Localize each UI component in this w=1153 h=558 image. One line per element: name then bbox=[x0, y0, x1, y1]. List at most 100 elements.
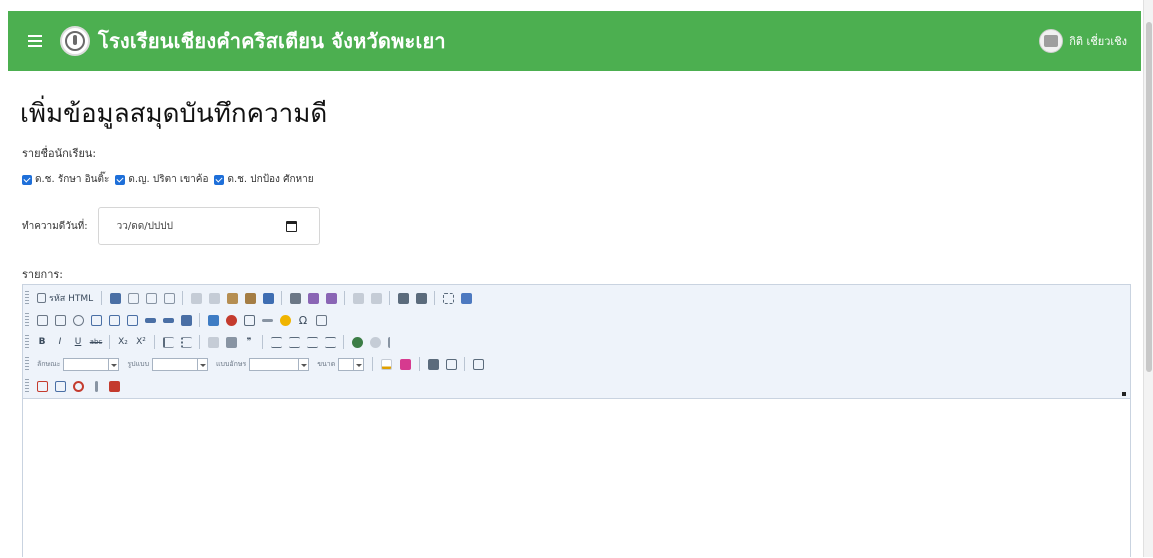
font-size-select[interactable]: ขนาด bbox=[317, 357, 365, 371]
chevron-down-icon[interactable] bbox=[299, 357, 310, 371]
vertical-scrollbar[interactable] bbox=[1143, 0, 1153, 557]
find-button[interactable] bbox=[395, 290, 411, 306]
underline-button[interactable]: U bbox=[70, 334, 86, 350]
templates-button[interactable] bbox=[161, 290, 177, 306]
align-justify-button[interactable] bbox=[322, 334, 338, 350]
student-checkbox-2[interactable]: ด.ญ. ปริตา เขาค้อ bbox=[115, 172, 208, 187]
user-name[interactable]: กิติ เชี่ยวเชิง bbox=[1069, 32, 1127, 50]
scayt-button[interactable] bbox=[323, 290, 339, 306]
student-name: ด.ญ. ปริตา เขาค้อ bbox=[128, 174, 209, 185]
radio-button[interactable] bbox=[70, 312, 86, 328]
replace-button[interactable] bbox=[413, 290, 429, 306]
imagebutton-button[interactable] bbox=[160, 312, 176, 328]
editor-content-area[interactable] bbox=[23, 400, 1130, 558]
checkbox-checked-icon[interactable] bbox=[22, 174, 32, 185]
anchor-button[interactable] bbox=[385, 334, 401, 350]
remove-format-button[interactable] bbox=[458, 290, 474, 306]
youtube-button[interactable] bbox=[106, 378, 122, 394]
copy-button[interactable] bbox=[206, 290, 222, 306]
date-input[interactable]: วว/ดด/ปปปป bbox=[97, 207, 320, 245]
calendar-icon[interactable] bbox=[285, 221, 297, 232]
superscript-button[interactable]: X² bbox=[133, 334, 149, 350]
bg-color-button[interactable] bbox=[397, 356, 414, 372]
new-page-button[interactable] bbox=[125, 290, 141, 306]
smiley-button[interactable] bbox=[277, 312, 293, 328]
textarea-button[interactable] bbox=[106, 312, 122, 328]
bulleted-list-button[interactable] bbox=[178, 334, 194, 350]
font-size-select-box[interactable] bbox=[338, 357, 355, 371]
preview-button[interactable] bbox=[143, 290, 159, 306]
page-title: เพิ่มข้อมูลสมุดบันทึกความดี bbox=[20, 99, 328, 129]
paste-text-button[interactable] bbox=[242, 290, 258, 306]
paste-word-button[interactable] bbox=[260, 290, 276, 306]
print-button[interactable] bbox=[287, 290, 303, 306]
subscript-button[interactable]: X₂ bbox=[115, 334, 131, 350]
indent-button[interactable] bbox=[223, 334, 239, 350]
student-checkbox-3[interactable]: ด.ช. ปกป้อง ศักหาย bbox=[214, 172, 314, 187]
new-page-icon bbox=[127, 292, 139, 304]
toolbar-row-2: Ω bbox=[25, 310, 330, 330]
eraser-icon bbox=[460, 292, 472, 304]
checkbox-checked-icon[interactable] bbox=[214, 174, 225, 185]
chevron-down-icon[interactable] bbox=[109, 357, 120, 371]
text-color-button[interactable] bbox=[378, 356, 395, 372]
select-all-button[interactable] bbox=[440, 290, 456, 306]
styles-select-box[interactable] bbox=[63, 357, 110, 371]
image-icon bbox=[207, 314, 219, 326]
align-center-button[interactable] bbox=[286, 334, 302, 350]
bold-button[interactable]: B bbox=[34, 334, 50, 350]
spellcheck-button[interactable] bbox=[305, 290, 321, 306]
font-family-select-box[interactable] bbox=[249, 357, 300, 371]
preview-icon bbox=[145, 292, 157, 304]
scrollbar-thumb[interactable] bbox=[1146, 22, 1152, 372]
placeholder-button[interactable] bbox=[34, 378, 50, 394]
save-button[interactable] bbox=[107, 290, 123, 306]
italic-button[interactable]: I bbox=[52, 334, 68, 350]
align-right-button[interactable] bbox=[304, 334, 320, 350]
school-name[interactable]: โรงเรียนเชียงคำคริสเตียน จังหวัดพะเยา bbox=[98, 25, 446, 57]
form-button[interactable] bbox=[34, 312, 50, 328]
about-button[interactable] bbox=[470, 356, 486, 372]
hiddenfield-button[interactable] bbox=[178, 312, 194, 328]
hamburger-icon[interactable] bbox=[28, 35, 42, 47]
toolbar-collapse-icon[interactable] bbox=[1122, 392, 1126, 396]
link-button[interactable] bbox=[349, 334, 365, 350]
checkbox-button[interactable] bbox=[52, 312, 68, 328]
student-checkbox-1[interactable]: ด.ช. รักษา อินติ๊ะ bbox=[22, 172, 109, 187]
circle-button[interactable] bbox=[70, 378, 86, 394]
div-button[interactable] bbox=[52, 378, 68, 394]
maximize-button[interactable] bbox=[425, 356, 441, 372]
unlink-button[interactable] bbox=[367, 334, 383, 350]
undo-button[interactable] bbox=[350, 290, 366, 306]
undo-icon bbox=[352, 292, 364, 304]
format-select[interactable]: รูปแบบ bbox=[127, 357, 209, 371]
align-left-button[interactable] bbox=[268, 334, 284, 350]
format-select-box[interactable] bbox=[152, 357, 199, 371]
flash-button[interactable] bbox=[223, 312, 239, 328]
select-button[interactable] bbox=[124, 312, 140, 328]
show-blocks-button[interactable] bbox=[443, 356, 459, 372]
avatar[interactable] bbox=[1039, 29, 1064, 53]
chevron-down-icon[interactable] bbox=[354, 357, 365, 371]
table-button[interactable] bbox=[241, 312, 257, 328]
font-family-select[interactable]: แบบอักษร bbox=[216, 357, 310, 371]
button-button[interactable] bbox=[142, 312, 158, 328]
cut-button[interactable] bbox=[188, 290, 204, 306]
special-char-button[interactable]: Ω bbox=[295, 312, 311, 328]
blockquote-button[interactable]: ❞ bbox=[241, 334, 257, 350]
outdent-button[interactable] bbox=[205, 334, 221, 350]
page-break-button[interactable] bbox=[313, 312, 329, 328]
styles-select[interactable]: ลักษณะ bbox=[37, 357, 120, 371]
magic-button[interactable] bbox=[88, 378, 104, 394]
textfield-button[interactable] bbox=[88, 312, 104, 328]
numbered-list-button[interactable] bbox=[160, 334, 176, 350]
strike-button[interactable]: abc bbox=[88, 334, 104, 350]
redo-button[interactable] bbox=[368, 290, 384, 306]
user-menu[interactable]: กิติ เชี่ยวเชิง bbox=[1039, 29, 1127, 53]
source-button[interactable]: รหัส HTML bbox=[34, 290, 96, 306]
horizontal-rule-button[interactable] bbox=[259, 312, 275, 328]
paste-button[interactable] bbox=[224, 290, 240, 306]
checkbox-checked-icon[interactable] bbox=[115, 174, 126, 185]
chevron-down-icon[interactable] bbox=[198, 357, 209, 371]
image-button[interactable] bbox=[205, 312, 221, 328]
